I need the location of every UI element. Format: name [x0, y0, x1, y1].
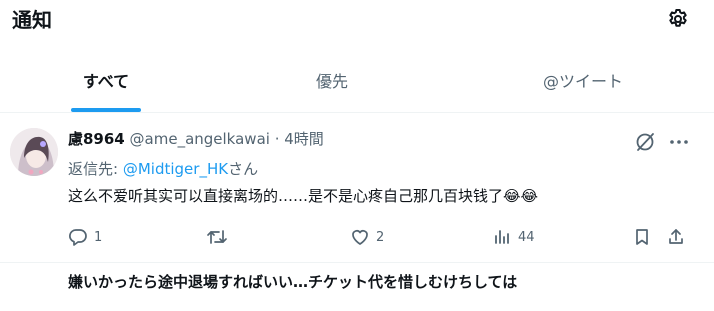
share-icon — [669, 229, 683, 244]
retweet-icon — [207, 230, 227, 244]
reply-button[interactable]: 1 — [68, 224, 102, 250]
bookmark-icon — [636, 229, 648, 245]
timestamp[interactable]: 4時間 — [284, 130, 324, 148]
views-button[interactable]: 44 — [492, 224, 535, 250]
tweet-header: 慮8964 @ame_angelkawai · 4時間 — [68, 128, 324, 150]
tab-mentions[interactable]: @ツイート — [452, 56, 714, 112]
tweet-divider — [0, 262, 714, 263]
gear-icon — [669, 9, 687, 27]
tab-all[interactable]: すべて — [0, 56, 212, 112]
more-icon — [670, 140, 688, 144]
grok-icon — [636, 133, 654, 151]
avatar[interactable] — [10, 128, 58, 176]
tab-priority[interactable]: 優先 — [212, 56, 452, 112]
reply-count: 1 — [94, 229, 103, 245]
view-count: 44 — [518, 229, 535, 245]
next-tweet-text: 嫌いかったら途中退場すればいい…チケット代を惜しむけちしては — [68, 273, 518, 291]
share-button[interactable] — [666, 224, 686, 250]
notification-tabs: すべて 優先 @ツイート — [0, 56, 714, 112]
bar-chart-icon — [495, 230, 509, 244]
bookmark-button[interactable] — [632, 224, 652, 250]
tweet-text: 这么不爱听其实可以直接离场的……是不是心疼自己那几百块钱了😂😂 — [68, 187, 539, 205]
reply-prefix: 返信先: — [68, 160, 119, 178]
separator-dot: · — [274, 130, 280, 148]
avatar-image — [10, 128, 58, 176]
user-handle[interactable]: @ame_angelkawai — [130, 130, 270, 148]
like-count: 2 — [376, 229, 385, 245]
reply-mention[interactable]: @Midtiger_HK — [123, 160, 228, 178]
retweet-button[interactable] — [206, 224, 234, 250]
page-title: 通知 — [12, 8, 52, 32]
more-options-button[interactable] — [668, 131, 690, 153]
like-button[interactable]: 2 — [350, 224, 384, 250]
reply-suffix: さん — [228, 160, 259, 178]
grok-button[interactable] — [634, 131, 656, 153]
header: 通知 — [0, 0, 714, 44]
heart-icon — [352, 230, 368, 245]
reply-context: 返信先: @Midtiger_HKさん — [68, 158, 258, 180]
tweet[interactable]: 慮8964 @ame_angelkawai · 4時間 返信先: @Midtig… — [0, 113, 714, 263]
reply-icon — [69, 229, 87, 246]
tweet-actions: 1 2 44 — [0, 224, 714, 250]
display-name[interactable]: 慮8964 — [68, 130, 125, 148]
settings-button[interactable] — [666, 7, 690, 31]
